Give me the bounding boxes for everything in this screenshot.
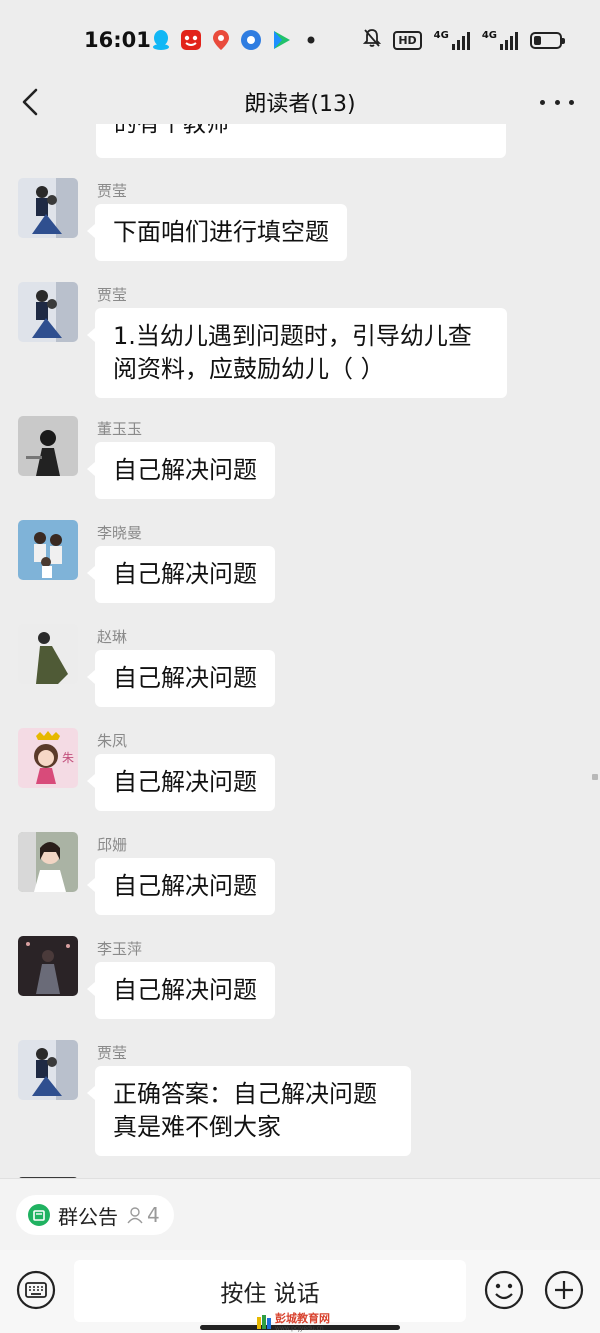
qq-icon bbox=[150, 29, 172, 51]
group-notice-button[interactable]: 群公告 4 bbox=[16, 1195, 174, 1235]
partial-message-bubble[interactable]: 的有个教师 bbox=[96, 124, 506, 158]
browser-icon bbox=[240, 29, 262, 51]
netease-icon bbox=[180, 29, 202, 51]
avatar[interactable] bbox=[18, 1040, 78, 1100]
scroll-indicator[interactable] bbox=[592, 774, 598, 780]
chat-header: 朗读者(13) bbox=[0, 80, 600, 124]
signal-2-icon: 4G bbox=[482, 30, 518, 50]
notice-count-value: 4 bbox=[147, 1203, 160, 1227]
avatar[interactable] bbox=[18, 416, 78, 476]
status-time: 16:01 bbox=[84, 28, 151, 52]
sender-name: 贾莹 bbox=[97, 1044, 128, 1062]
svg-text:朱: 朱 bbox=[62, 751, 74, 765]
sender-name: 李玉萍 bbox=[97, 940, 143, 958]
more-dot bbox=[554, 99, 560, 105]
notice-icon bbox=[28, 1204, 50, 1226]
keyboard-toggle-button[interactable] bbox=[16, 1270, 56, 1310]
message-bubble[interactable]: 自己解决问题 bbox=[87, 858, 275, 915]
avatar[interactable] bbox=[18, 282, 78, 342]
sender-name: 赵琳 bbox=[97, 628, 128, 646]
chat-message-list[interactable]: 的有个教师 贾莹 下面咱们进行填空题 贾莹 1.当幼儿遇到问题时，引导幼儿查 阅… bbox=[0, 124, 600, 1178]
plus-icon bbox=[544, 1270, 584, 1310]
announcement-bar: 群公告 4 bbox=[0, 1178, 600, 1250]
more-dot bbox=[540, 99, 545, 105]
avatar[interactable]: 朱 bbox=[18, 728, 78, 788]
message-bubble[interactable]: 自己解决问题 bbox=[87, 546, 275, 603]
sender-name: 朱凤 bbox=[97, 732, 128, 750]
status-app-icons bbox=[150, 29, 322, 51]
sender-name: 李晓曼 bbox=[97, 524, 143, 542]
keyboard-icon bbox=[16, 1270, 56, 1310]
sender-name: 董玉玉 bbox=[97, 420, 143, 438]
dot-icon bbox=[300, 29, 322, 51]
group-notice-label: 群公告 bbox=[58, 1204, 118, 1229]
avatar[interactable] bbox=[18, 624, 78, 684]
status-right: HD 4G 4G bbox=[363, 28, 565, 52]
emoji-button[interactable] bbox=[484, 1270, 524, 1310]
avatar[interactable] bbox=[18, 520, 78, 580]
battery-icon bbox=[530, 31, 565, 49]
message-bubble[interactable]: 自己解决问题 bbox=[87, 650, 275, 707]
person-icon bbox=[127, 1207, 143, 1224]
message-bubble[interactable]: 正确答案：自己解决问题 真是难不倒大家 bbox=[87, 1066, 411, 1156]
watermark-logo-icon bbox=[257, 1315, 271, 1329]
video-play-icon bbox=[270, 29, 292, 51]
message-bubble[interactable]: 自己解决问题 bbox=[87, 442, 275, 499]
sender-name: 贾莹 bbox=[97, 286, 128, 304]
chat-title: 朗读者(13) bbox=[244, 92, 356, 117]
sender-name: 贾莹 bbox=[97, 182, 128, 200]
sender-name: 邱姗 bbox=[97, 836, 128, 854]
signal-1-icon: 4G bbox=[434, 30, 470, 50]
more-options-button[interactable] bbox=[540, 88, 574, 116]
hd-badge: HD bbox=[393, 30, 422, 50]
more-actions-button[interactable] bbox=[544, 1270, 584, 1310]
message-bubble[interactable]: 自己解决问题 bbox=[87, 962, 275, 1019]
message-bubble[interactable]: 下面咱们进行填空题 bbox=[87, 204, 347, 261]
avatar[interactable] bbox=[18, 178, 78, 238]
watermark-text: 彭城教育网 bbox=[275, 1311, 330, 1325]
watermark: 彭城教育网 www.pcjyedu.cn bbox=[256, 1312, 330, 1332]
partial-message-text: 的有个教师 bbox=[114, 124, 229, 137]
battery-level bbox=[534, 35, 541, 45]
notice-count: 4 bbox=[126, 1203, 160, 1227]
more-dot bbox=[569, 99, 574, 105]
mute-bell-icon bbox=[363, 28, 382, 52]
avatar[interactable] bbox=[18, 1170, 78, 1178]
smiley-icon bbox=[484, 1270, 524, 1310]
message-bubble[interactable]: 自己解决问题 bbox=[87, 754, 275, 811]
watermark-url: www.pcjyedu.cn bbox=[275, 1324, 324, 1332]
map-pin-icon bbox=[210, 29, 232, 51]
message-bubble[interactable]: 1.当幼儿遇到问题时，引导幼儿查 阅资料，应鼓励幼儿（ ） bbox=[87, 308, 507, 398]
avatar[interactable] bbox=[18, 936, 78, 996]
status-bar: 16:01 HD 4G 4G bbox=[0, 0, 600, 80]
avatar[interactable] bbox=[18, 832, 78, 892]
